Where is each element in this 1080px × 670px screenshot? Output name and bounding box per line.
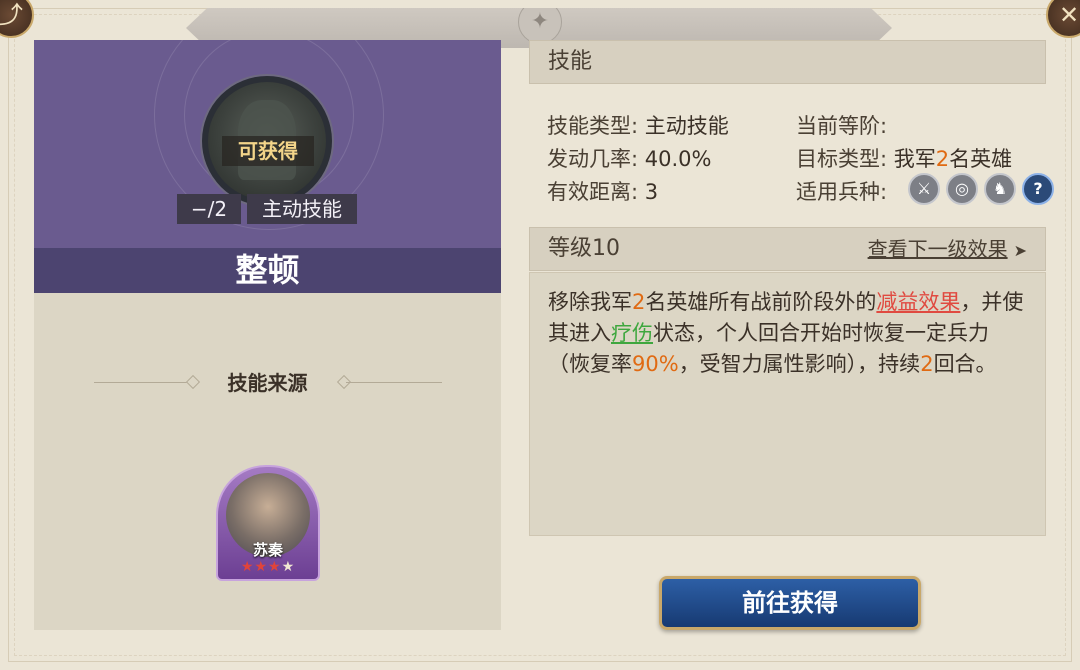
status-badge: 可获得 <box>222 136 314 166</box>
back-button[interactable]: ⤴ <box>0 0 34 38</box>
unit-label: 适用兵种: <box>796 180 888 204</box>
target-count: 2 <box>935 147 950 171</box>
range-row: 有效距离: 3 <box>547 176 658 206</box>
star-icon: ★ <box>240 559 255 575</box>
skill-type-tag: 主动技能 <box>247 194 357 224</box>
current-level-row: 当前等阶: <box>796 110 887 140</box>
skill-type-label: 技能类型: <box>547 114 639 138</box>
target-prefix: 我军 <box>893 147 936 171</box>
skills-title: 技能 <box>548 49 593 74</box>
divider <box>346 382 442 383</box>
current-level-label: 当前等阶: <box>796 114 888 138</box>
skill-banner: 可获得 −/2 主动技能 <box>34 40 501 248</box>
next-level-link[interactable]: 查看下一级效果 ➤ <box>868 228 1027 272</box>
range-label: 有效距离: <box>547 180 639 204</box>
skill-name: 整顿 <box>34 248 501 293</box>
star-icon: ★ <box>254 559 268 575</box>
star-empty-icon: ★ <box>281 559 296 575</box>
desc-text: 移除我军 <box>548 290 632 314</box>
skill-description: 移除我军2名英雄所有战前阶段外的减益效果，并使其进入疗伤状态，个人回合开始时恢复… <box>529 272 1046 536</box>
next-level-link-label: 查看下一级效果 <box>867 237 1008 261</box>
trigger-rate-label: 发动几率: <box>547 147 639 171</box>
level-title: 等级10 <box>548 236 620 261</box>
desc-rate: 90% <box>632 352 679 376</box>
range-value: 3 <box>644 180 659 204</box>
desc-number: 2 <box>632 290 646 314</box>
desc-text: 名英雄所有战前阶段外的 <box>645 290 877 314</box>
target-icon[interactable]: ◎ <box>946 173 978 205</box>
level-header: 等级10 查看下一级效果 ➤ <box>529 227 1046 271</box>
trigger-rate-value: 40.0% <box>644 147 712 171</box>
back-arrow-icon: ⤴ <box>0 1 23 29</box>
hero-card[interactable]: 苏秦 ★★★★ <box>216 465 320 581</box>
close-x-icon: ✕ <box>1058 1 1080 29</box>
star-icon: ★ <box>268 559 282 575</box>
skill-type-value: 主动技能 <box>644 114 729 138</box>
target-label: 目标类型: <box>796 147 888 171</box>
desc-text: ，受智力属性影响），持续 <box>678 352 921 376</box>
skill-card-panel: 可获得 −/2 主动技能 整顿 技能来源 苏秦 ★★★★ <box>34 40 501 630</box>
unit-row: 适用兵种: <box>796 176 887 206</box>
skills-header: 技能 <box>529 40 1046 84</box>
sword-icon[interactable]: ⚔ <box>908 173 940 205</box>
source-title: 技能来源 <box>227 371 308 395</box>
emblem-icon: ✦ <box>518 8 562 44</box>
desc-number: 2 <box>920 352 934 376</box>
arrow-right-icon: ➤ <box>1013 241 1027 260</box>
go-acquire-button[interactable]: 前往获得 <box>659 576 921 630</box>
question-icon[interactable]: ? <box>1022 173 1054 205</box>
skill-level-count: −/2 <box>177 194 241 224</box>
desc-text: 回合。 <box>933 352 997 376</box>
hero-stars: ★★★★ <box>218 559 318 575</box>
close-button[interactable]: ✕ <box>1046 0 1080 38</box>
horse-icon[interactable]: ♞ <box>984 173 1016 205</box>
skill-type-row: 技能类型: 主动技能 <box>547 110 729 140</box>
debuff-link[interactable]: 减益效果 <box>876 290 960 314</box>
heal-link[interactable]: 疗伤 <box>611 321 653 345</box>
target-suffix: 名英雄 <box>949 147 1013 171</box>
trigger-rate-row: 发动几率: 40.0% <box>547 143 711 173</box>
hero-name: 苏秦 <box>252 541 283 559</box>
target-row: 目标类型: 我军2名英雄 <box>796 143 1012 173</box>
